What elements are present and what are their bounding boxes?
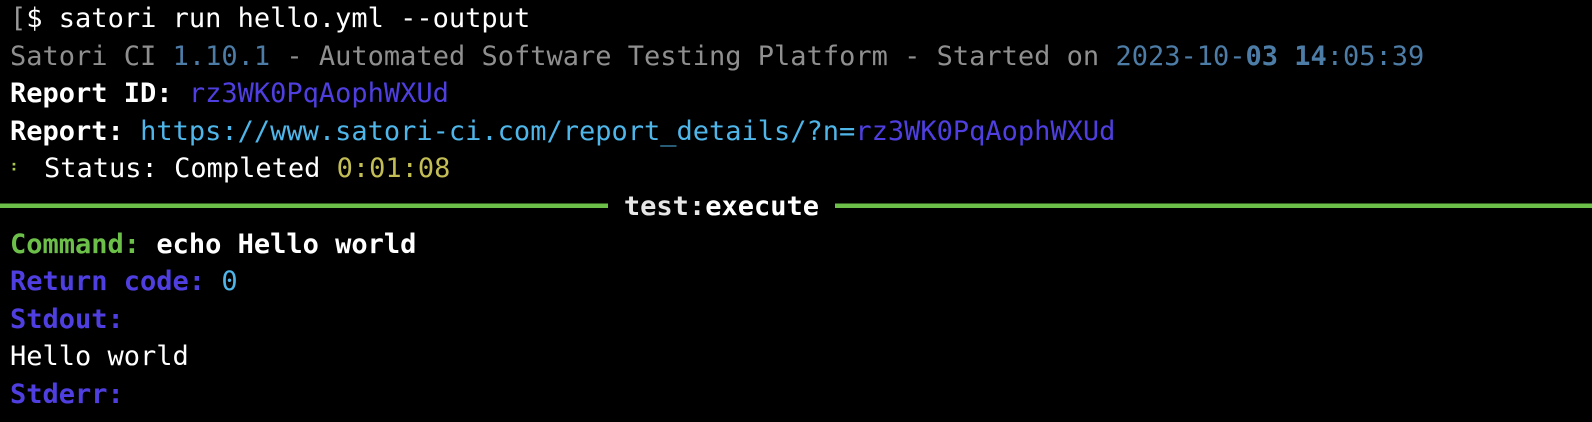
status-value: Completed [174,153,321,185]
command-value: echo Hello world [156,228,417,260]
section-title: test:execute [608,188,835,226]
section-category: test [623,190,689,222]
banner-tagline: - Automated Software Testing Platform - … [286,40,1100,72]
terminal-window[interactable]: [$ satori run hello.yml --output Satori … [0,0,1592,422]
banner-line: Satori CI 1.10.1 - Automated Software Te… [10,38,1592,76]
command-line: [$ satori run hello.yml --output [10,0,1592,38]
start-time-rest: :05:39 [1326,40,1425,72]
spinner-icon: ⠃ [10,161,24,183]
section-action: execute [705,190,819,222]
section-divider: ━━━━━━━━━━━━━━━━━━━━━━━━━━━━━━━━━━━━━━━━… [0,188,1592,226]
product-version: 1.10.1 [172,40,271,72]
stderr-label-line: Stderr: [10,376,1592,414]
divider-rule-right: ━━━━━━━━━━━━━━━━━━━━━━━━━━━━━━━━━━━━━━━━… [835,190,1592,222]
cursor-marker: [ [10,3,27,34]
prompt-symbol: $ [26,3,43,34]
start-date-prefix: 2023-10- [1115,40,1246,72]
status-label: Status: [44,153,158,185]
command-label: Command: [10,228,141,260]
report-id-line: Report ID: rz3WK0PqAophWXUd [10,75,1592,113]
report-url-link[interactable]: https://www.satori-ci.com/report_details… [140,116,1115,147]
section-separator: : [688,190,706,222]
report-url-line: Report: https://www.satori-ci.com/report… [10,113,1592,151]
elapsed-time: 0:01:08 [336,153,451,185]
report-url-base[interactable]: https://www.satori-ci.com/report_details… [140,116,855,147]
product-name: Satori CI [10,40,157,72]
stdout-label-line: Stdout: [10,301,1592,339]
start-date-day: 03 [1245,40,1278,72]
report-id-label: Report ID: [10,78,173,110]
stdout-value: Hello world [10,341,189,373]
command-result-line: Command: echo Hello world [10,226,1592,264]
return-code-line: Return code: 0 [10,263,1592,301]
stdout-label: Stdout: [10,303,124,335]
stderr-label: Stderr: [10,378,124,410]
return-code-label: Return code: [10,266,206,298]
status-line: ⠃ Status: Completed 0:01:08 [10,150,1592,188]
report-url-id[interactable]: rz3WK0PqAophWXUd [855,116,1115,147]
command-text: satori run hello.yml --output [58,3,531,34]
report-url-label: Report: [10,115,124,147]
stdout-output-line: Hello world [10,338,1592,376]
start-time-hour: 14 [1294,40,1327,72]
divider-rule-left: ━━━━━━━━━━━━━━━━━━━━━━━━━━━━━━━━━━━━━━━━… [0,190,608,222]
report-id-value[interactable]: rz3WK0PqAophWXUd [189,78,449,109]
return-code-value: 0 [221,266,238,298]
